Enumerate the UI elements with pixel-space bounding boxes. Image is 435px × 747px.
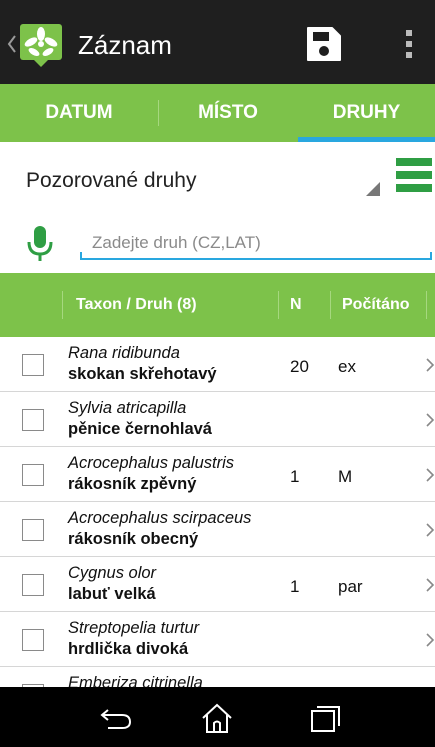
recents-icon[interactable] (304, 700, 344, 736)
action-bar: Záznam (0, 0, 435, 84)
more-vert-icon[interactable] (396, 24, 422, 64)
counted-unit: ex (338, 357, 356, 376)
table-row[interactable]: Acrocephalus scirpaceus rákosník obecný (0, 502, 435, 557)
tab-label: MÍSTO (198, 102, 258, 123)
search-underline-tick (80, 252, 82, 260)
count-value: 1 (290, 467, 300, 486)
chevron-right-icon[interactable] (426, 577, 435, 593)
dropdown-selected-value: Pozorované druhy (26, 169, 197, 192)
tab-active-indicator (298, 137, 435, 142)
header-n-label: N (290, 296, 302, 313)
header-counted-label: Počítáno (342, 296, 410, 313)
header-n[interactable]: N (290, 273, 302, 337)
czech-name: rákosník obecný (68, 530, 199, 548)
tab-misto[interactable]: MÍSTO (158, 84, 298, 142)
chevron-right-icon[interactable] (426, 357, 435, 373)
search-underline-tick (430, 252, 432, 260)
species-list: Rana ridibunda skokan skřehotavý 20 ex S… (0, 337, 435, 717)
latin-name: Rana ridibunda (68, 344, 180, 362)
microphone-icon[interactable] (26, 224, 54, 264)
czech-name: labuť velká (68, 585, 156, 603)
save-icon[interactable] (300, 24, 346, 64)
row-checkbox[interactable] (22, 574, 44, 596)
header-taxon[interactable]: Taxon / Druh (8) (76, 273, 197, 337)
table-row[interactable]: Sylvia atricapilla pěnice černohlavá (0, 392, 435, 447)
header-counted[interactable]: Počítáno (342, 273, 410, 337)
latin-name: Sylvia atricapilla (68, 399, 187, 417)
czech-name: skokan skřehotavý (68, 365, 217, 383)
table-row[interactable]: Rana ridibunda skokan skřehotavý 20 ex (0, 337, 435, 392)
tab-label: DRUHY (332, 102, 401, 123)
chevron-right-icon[interactable] (426, 522, 435, 538)
row-checkbox[interactable] (22, 464, 44, 486)
latin-name: Cygnus olor (68, 564, 157, 582)
table-row[interactable]: Cygnus olor labuť velká 1 par (0, 557, 435, 612)
table-row[interactable]: Acrocephalus palustris rákosník zpěvný 1… (0, 447, 435, 502)
row-checkbox[interactable] (22, 519, 44, 541)
header-taxon-label: Taxon / Druh (8) (76, 296, 197, 313)
czech-name: hrdlička divoká (68, 640, 189, 658)
header-divider (278, 291, 279, 319)
header-divider (426, 291, 427, 319)
tab-druhy[interactable]: DRUHY (298, 84, 435, 142)
czech-name: rákosník zpěvný (68, 475, 197, 493)
latin-name: Acrocephalus scirpaceus (68, 509, 252, 527)
chevron-right-icon[interactable] (426, 467, 435, 483)
table-header: Taxon / Druh (8) N Počítáno (0, 273, 435, 337)
page-title: Záznam (78, 30, 172, 60)
tab-bar: DATUM MÍSTO DRUHY (0, 84, 435, 142)
count-value: 20 (290, 357, 309, 376)
app-logo-icon[interactable] (18, 22, 64, 68)
header-divider (330, 291, 331, 319)
latin-name: Acrocephalus palustris (68, 454, 234, 472)
species-search-input[interactable] (80, 226, 432, 260)
czech-name: pěnice černohlavá (68, 420, 212, 438)
row-checkbox[interactable] (22, 629, 44, 651)
dropdown-arrow-icon (366, 182, 380, 196)
tab-datum[interactable]: DATUM (0, 84, 158, 142)
tab-label: DATUM (45, 102, 113, 123)
count-value: 1 (290, 577, 300, 596)
system-nav-bar (0, 687, 435, 747)
chevron-right-icon[interactable] (426, 632, 435, 648)
chevron-right-icon[interactable] (426, 412, 435, 428)
latin-name: Streptopelia turtur (68, 619, 200, 637)
row-checkbox[interactable] (22, 409, 44, 431)
counted-unit: par (338, 577, 363, 596)
species-filter-dropdown[interactable]: Pozorované druhy (0, 152, 385, 202)
table-row[interactable]: Streptopelia turtur hrdlička divoká (0, 612, 435, 667)
row-checkbox[interactable] (22, 354, 44, 376)
home-icon[interactable] (197, 700, 237, 736)
back-icon[interactable] (96, 700, 136, 736)
list-icon[interactable] (396, 156, 432, 194)
header-divider (62, 291, 63, 319)
counted-unit: M (338, 467, 353, 486)
search-underline (80, 258, 432, 260)
chevron-left-icon[interactable] (6, 30, 18, 58)
